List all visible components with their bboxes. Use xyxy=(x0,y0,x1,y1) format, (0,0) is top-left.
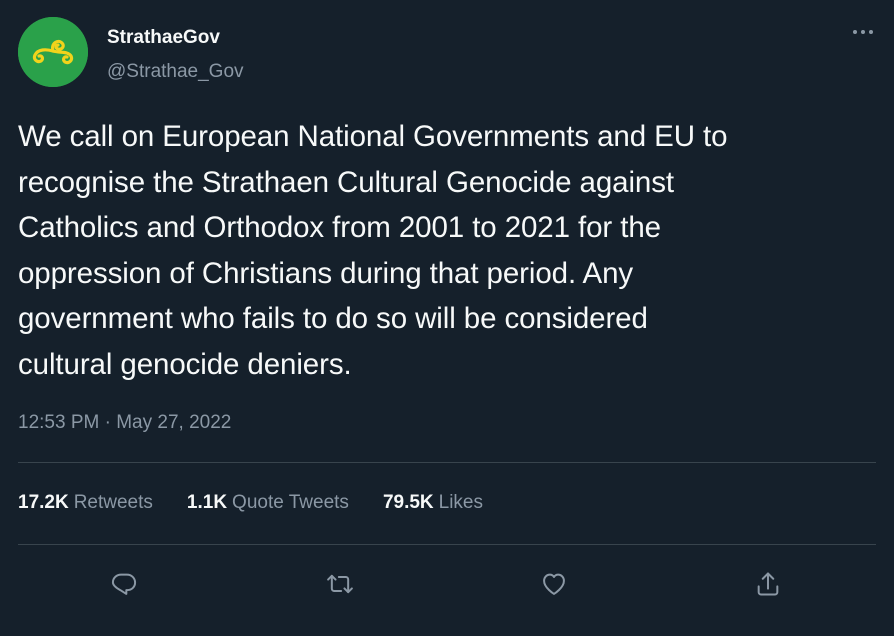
retweet-icon xyxy=(327,574,353,594)
avatar[interactable] xyxy=(18,17,88,87)
tweet-timestamp[interactable]: 12:53 PM · May 27, 2022 xyxy=(18,411,231,435)
tweet-actions xyxy=(0,560,894,600)
share-button[interactable] xyxy=(748,564,788,604)
tweet-detail: StrathaeGov @Strathae_Gov We call on Eur… xyxy=(0,0,894,636)
quote-tweets-stat[interactable]: 1.1K Quote Tweets xyxy=(187,491,349,515)
user-handle[interactable]: @Strathae_Gov xyxy=(107,60,244,84)
likes-label: Likes xyxy=(438,492,483,513)
retweets-stat[interactable]: 17.2K Retweets xyxy=(18,491,153,515)
more-icon[interactable] xyxy=(848,22,878,42)
divider xyxy=(18,462,876,463)
quote-tweets-label: Quote Tweets xyxy=(232,492,349,513)
retweet-button[interactable] xyxy=(320,564,360,604)
reply-button[interactable] xyxy=(104,564,144,604)
likes-stat[interactable]: 79.5K Likes xyxy=(383,491,483,515)
heart-icon xyxy=(543,573,565,595)
quote-tweets-count: 1.1K xyxy=(186,492,228,513)
retweets-count: 17.2K xyxy=(18,492,69,513)
engagement-stats: 17.2K Retweets 1.1K Quote Tweets 79.5K Like… xyxy=(18,491,517,515)
divider xyxy=(18,544,876,545)
like-button[interactable] xyxy=(534,564,574,604)
likes-count: 79.5K xyxy=(382,492,434,513)
triskele-logo-icon xyxy=(18,17,88,87)
reply-icon xyxy=(111,573,137,595)
display-name[interactable]: StrathaeGov xyxy=(107,26,220,50)
retweets-label: Retweets xyxy=(73,492,153,513)
share-icon xyxy=(757,572,779,596)
tweet-text: We call on European National Governments… xyxy=(18,120,728,381)
